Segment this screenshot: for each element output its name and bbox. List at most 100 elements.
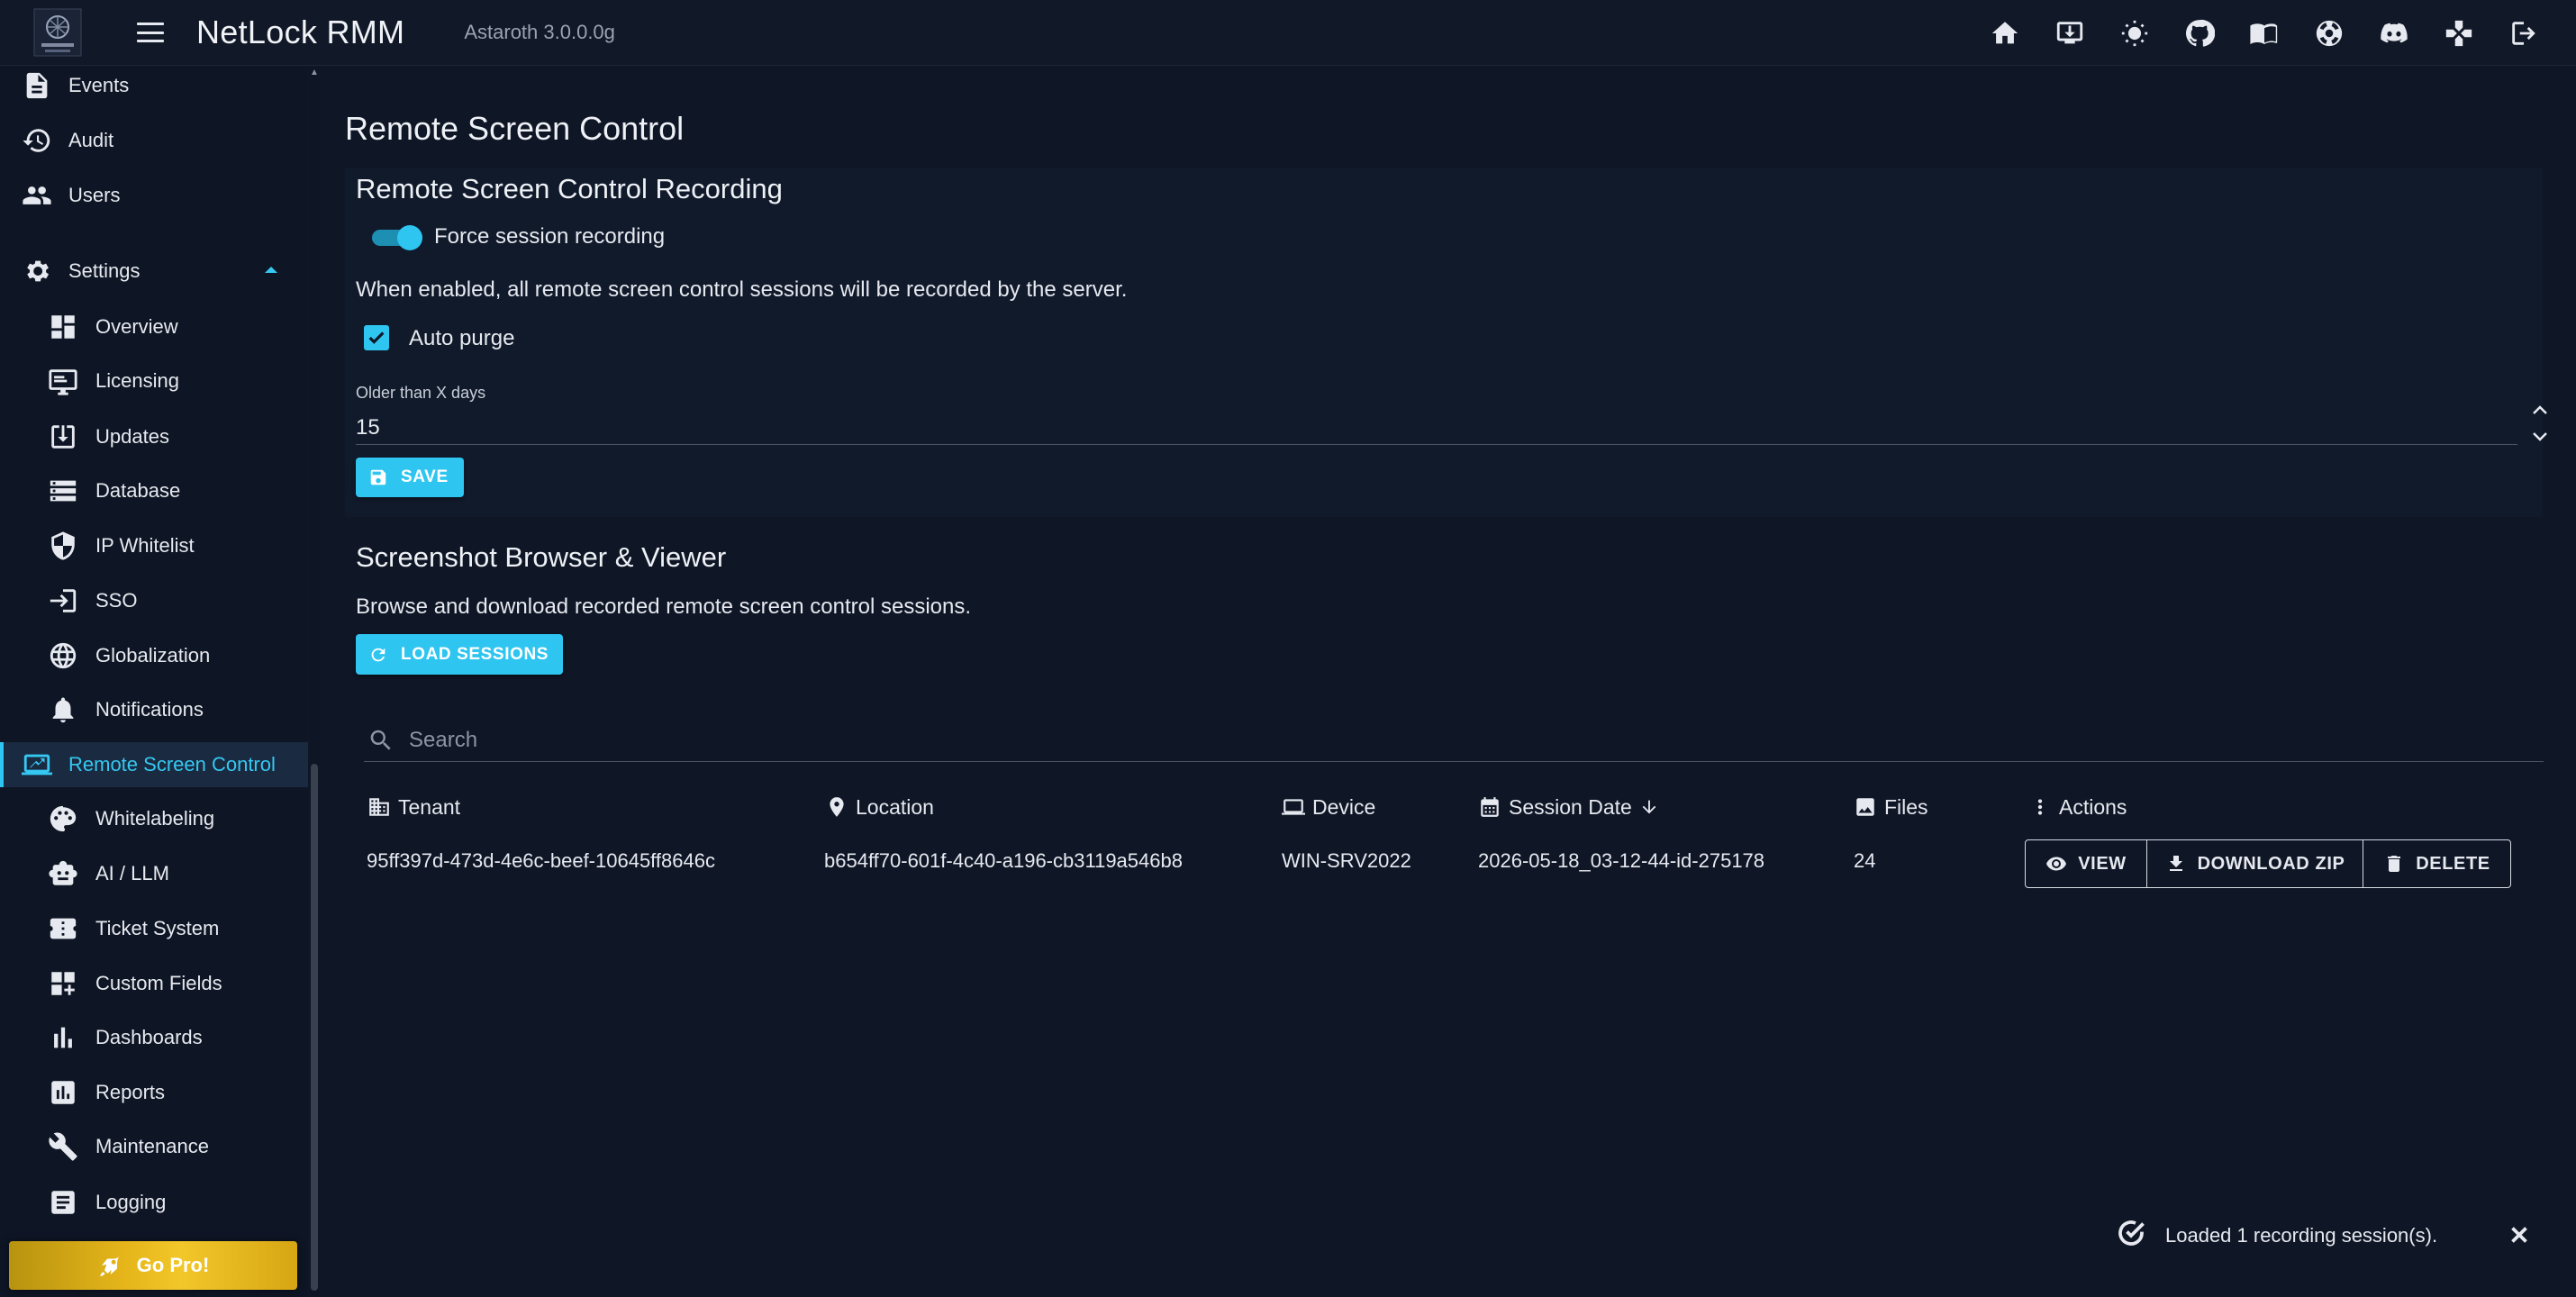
database-icon [45,473,81,509]
session-search[interactable] [364,719,2544,762]
column-header-actions: Actions [2028,793,2127,821]
dashboard-icon [45,309,81,345]
sidebar-item-events[interactable]: Events [0,63,308,108]
sidebar-item-whitelabeling[interactable]: Whitelabeling [0,796,308,841]
force-recording-toggle[interactable] [372,225,422,250]
chevron-down-icon[interactable] [2531,431,2549,443]
more-vertical-icon [2037,799,2043,815]
sidebar-item-custom-fields[interactable]: Custom Fields [0,961,308,1006]
sidebar-item-label: Custom Fields [95,972,222,994]
sidebar-item-globalization[interactable]: Globalization [0,633,308,678]
save-button[interactable]: SAVE [356,458,464,497]
updates-icon [45,419,81,455]
sidebar-item-label: Events [68,74,130,96]
column-header-tenant[interactable]: Tenant [367,793,460,821]
force-recording-label: Force session recording [434,224,666,249]
sidebar-scroll-thumb[interactable] [311,764,318,1291]
docs-icon[interactable] [2248,17,2281,50]
theme-toggle-icon[interactable] [2118,17,2151,50]
building-icon [369,798,389,816]
home-icon[interactable] [1989,17,2021,50]
column-header-files[interactable]: Files [1854,793,1928,821]
recording-section-title: Remote Screen Control Recording [356,173,783,204]
trash-icon [2388,856,2401,872]
audit-icon [19,122,55,159]
refresh-icon [371,648,385,661]
install-icon[interactable] [2054,17,2086,50]
page-title: Remote Screen Control [345,110,685,147]
sidebar-item-label: Overview [95,315,178,338]
support-icon[interactable] [2313,17,2345,50]
reports-icon [45,1075,81,1111]
column-label: Session Date [1509,794,1632,819]
sidebar-item-logging[interactable]: Logging [0,1180,308,1225]
laptop-icon [1282,799,1305,815]
load-sessions-button[interactable]: LOAD SESSIONS [356,634,563,675]
login-icon [45,583,81,619]
app-bar: NetLock RMM Astaroth 3.0.0.0g [0,0,2576,66]
sidebar-item-users[interactable]: Users [0,173,308,218]
sidebar-item-label: Remote Screen Control [68,753,276,775]
sidebar-item-database[interactable]: Database [0,468,308,513]
search-input[interactable] [409,727,2481,753]
delete-button[interactable]: DELETE [2363,840,2510,887]
app-version: Astaroth 3.0.0.0g [464,21,615,43]
sidebar-item-overview[interactable]: Overview [0,304,308,349]
go-pro-label: Go Pro! [136,1254,210,1276]
logout-icon[interactable] [2508,17,2540,50]
menu-toggle-button[interactable] [137,23,164,42]
arrow-down-icon[interactable] [1639,797,1659,817]
sidebar-item-label: Dashboards [95,1026,203,1048]
sidebar-item-licensing[interactable]: Licensing [0,358,308,404]
column-label: Device [1312,794,1376,819]
column-header-device[interactable]: Device [1282,793,1375,821]
auto-purge-checkbox[interactable] [364,325,389,350]
column-label: Files [1884,794,1928,819]
sidebar-item-maintenance[interactable]: Maintenance [0,1124,308,1169]
sidebar-item-ai-llm[interactable]: AI / LLM [0,851,308,896]
github-icon[interactable] [2183,17,2216,50]
snackbar-message: Loaded 1 recording session(s). [2165,1224,2438,1247]
sidebar-item-label: Updates [95,425,169,448]
games-icon[interactable] [2443,17,2475,50]
sidebar-item-ticket-system[interactable]: Ticket System [0,906,308,951]
snackbar: Loaded 1 recording session(s). [2115,1207,2529,1265]
robot-icon [45,856,81,892]
sidebar-item-ip-whitelist[interactable]: IP Whitelist [0,523,308,568]
sidebar-item-sso[interactable]: SSO [0,578,308,623]
custom-fields-icon [45,966,81,1002]
recording-card [345,168,2543,517]
close-icon[interactable] [2506,1221,2533,1248]
sidebar-item-settings[interactable]: Settings [0,249,308,294]
sidebar-item-notifications[interactable]: Notifications [0,687,308,732]
view-label: VIEW [2078,853,2127,874]
load-sessions-label: LOAD SESSIONS [401,644,549,664]
older-than-days-input[interactable] [356,405,2517,445]
sidebar-item-reports[interactable]: Reports [0,1070,308,1115]
column-header-location[interactable]: Location [825,793,934,821]
logging-icon [45,1184,81,1220]
sidebar-scroll-up[interactable]: ▲ [310,68,319,77]
go-pro-button[interactable]: Go Pro! [9,1241,297,1290]
download-zip-button[interactable]: DOWNLOAD ZIP [2146,840,2363,887]
netlock-logo [32,7,83,58]
sidebar-item-label: Licensing [95,369,179,392]
chevron-up-icon[interactable] [2531,404,2549,416]
browser-description: Browse and download recorded remote scre… [356,594,972,619]
sidebar-item-audit[interactable]: Audit [0,118,308,163]
cell-tenant: 95ff397d-473d-4e6c-beef-10645ff8646c [367,849,715,872]
number-stepper[interactable] [2529,404,2551,443]
sidebar-item-dashboards[interactable]: Dashboards [0,1015,308,1060]
sidebar-item-updates[interactable]: Updates [0,414,308,459]
view-button[interactable]: VIEW [2026,840,2146,887]
column-header-session-date[interactable]: Session Date [1478,793,1659,821]
download-zip-label: DOWNLOAD ZIP [2197,853,2345,874]
sidebar-item-label: Maintenance [95,1135,209,1157]
cell-session-date: 2026-05-18_03-12-44-id-275178 [1478,849,1765,872]
remote-screen-icon [19,747,55,783]
discord-icon[interactable] [2378,17,2410,50]
row-actions: VIEW DOWNLOAD ZIP DELETE [2025,839,2511,888]
users-icon [19,177,55,213]
sidebar-item-remote-screen-control[interactable]: Remote Screen Control [0,742,308,787]
sidebar-item-label: IP Whitelist [95,534,195,557]
